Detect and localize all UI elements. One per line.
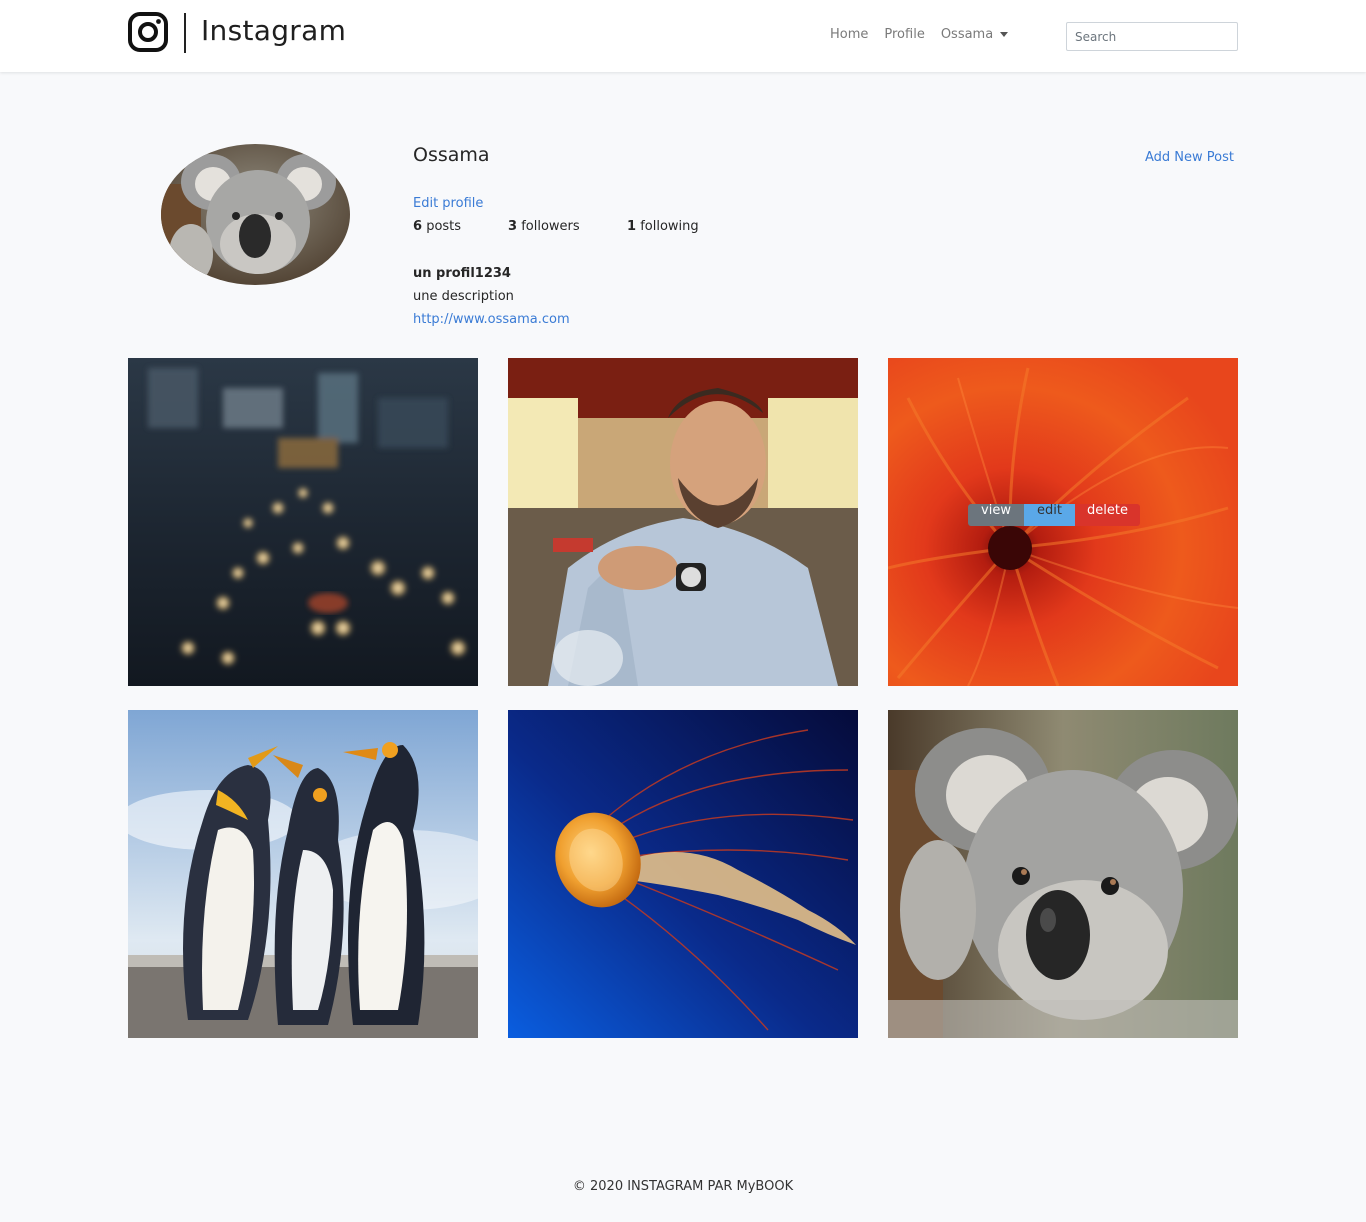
add-new-post-link[interactable]: Add New Post: [1145, 150, 1234, 165]
following-label: following: [640, 219, 699, 234]
jellyfish-photo: [508, 710, 858, 1038]
bio-url-link[interactable]: http://www.ossama.com: [413, 312, 570, 327]
navbar: Instagram Home Profile Ossama: [0, 0, 1366, 72]
posts-count: 6: [413, 219, 423, 234]
footer-copyright: © 2020 INSTAGRAM PAR MyBOOK: [572, 1179, 794, 1194]
instagram-icon[interactable]: [128, 12, 168, 52]
post-card[interactable]: [508, 710, 858, 1038]
avatar: [161, 144, 350, 285]
post-actions: view edit delete: [968, 504, 1140, 526]
posts-stat: 6 posts: [413, 219, 461, 234]
post-card[interactable]: [128, 710, 478, 1038]
post-card[interactable]: [508, 358, 858, 686]
following-count: 1: [627, 219, 637, 234]
user-dropdown-label: Ossama: [940, 26, 994, 42]
post-card[interactable]: view edit delete: [888, 358, 1238, 686]
man-portrait-photo: [508, 358, 858, 686]
user-dropdown[interactable]: Ossama: [940, 26, 1009, 42]
penguins-photo: [128, 710, 478, 1038]
edit-profile-link[interactable]: Edit profile: [413, 196, 483, 211]
footer: © 2020 INSTAGRAM PAR MyBOOK: [0, 1179, 1366, 1194]
delete-post-button[interactable]: delete: [1075, 504, 1140, 526]
nav-home-link[interactable]: Home: [830, 27, 868, 42]
profile-username: Ossama: [413, 144, 490, 166]
view-post-button[interactable]: view: [968, 504, 1024, 526]
bio-description: une description: [413, 289, 514, 304]
city-traffic-lights-photo: [128, 358, 478, 686]
nav-profile-link[interactable]: Profile: [884, 27, 924, 42]
caret-down-icon: [1000, 31, 1009, 37]
followers-stat: 3 followers: [508, 219, 580, 234]
edit-post-button[interactable]: edit: [1024, 504, 1075, 526]
post-card[interactable]: [888, 710, 1238, 1038]
nav-links: Home Profile Ossama: [830, 25, 1009, 43]
koala-photo: [888, 710, 1238, 1038]
brand-name[interactable]: Instagram: [201, 14, 346, 47]
followers-count: 3: [508, 219, 518, 234]
followers-label: followers: [521, 219, 580, 234]
following-stat: 1 following: [627, 219, 699, 234]
posts-label: posts: [426, 219, 462, 234]
search-input[interactable]: [1066, 22, 1238, 51]
bio-title: un profil1234: [413, 266, 511, 281]
brand-divider: [184, 13, 186, 53]
post-card[interactable]: [128, 358, 478, 686]
koala-avatar-image: [161, 144, 350, 285]
